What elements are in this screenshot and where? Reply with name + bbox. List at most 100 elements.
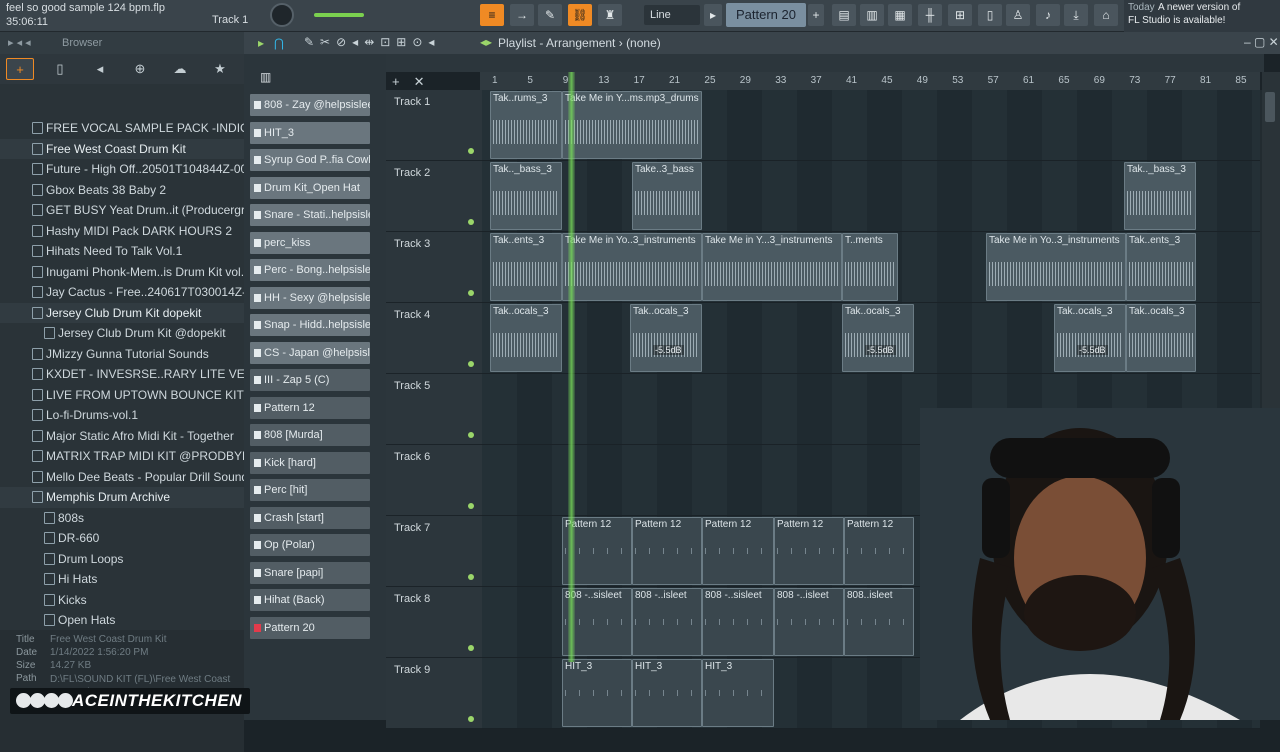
browser-folder-item[interactable]: MATRIX TRAP MIDI KIT @PRODBYLJS xyxy=(0,446,244,467)
playlist-clip[interactable]: 808 -..sisleet xyxy=(702,588,774,656)
snap-select[interactable]: Line xyxy=(644,5,700,25)
channel-rack-icon[interactable]: ▦ xyxy=(888,4,912,26)
track-header[interactable]: Track 8 xyxy=(386,587,482,658)
browser-folder-item[interactable]: Jay Cactus - Free..240617T030014Z-001 xyxy=(0,282,244,303)
browser-folder-item[interactable]: Kicks xyxy=(0,590,244,611)
browser-folder-item[interactable]: Drum Loops xyxy=(0,549,244,570)
playlist-clip[interactable]: 808 -..isleet xyxy=(774,588,844,656)
channel-button[interactable]: Snare [papi] xyxy=(250,561,370,584)
playlist-clip[interactable]: Tak.._bass_3 xyxy=(1124,162,1196,230)
cloud-tab-icon[interactable]: ⊕ xyxy=(126,58,154,80)
playlist-clip[interactable]: Tak..ents_3 xyxy=(1126,233,1196,301)
track-header[interactable]: Track 3 xyxy=(386,232,482,303)
files-tab-icon[interactable]: ▯ xyxy=(46,58,74,80)
channel-button[interactable]: Snare - Stati..helpsisleet xyxy=(250,204,370,226)
playlist-clip[interactable]: Tak..ents_3 xyxy=(490,233,562,301)
track-header[interactable]: Track 7 xyxy=(386,516,482,587)
track-header[interactable]: Track 6 xyxy=(386,445,482,516)
render-icon[interactable]: ⤓ xyxy=(1064,4,1088,26)
playlist-clip[interactable]: HIT_3 xyxy=(562,659,632,727)
playlist-arrow-icon[interactable]: ◂▸ xyxy=(480,35,492,49)
channel-button[interactable]: CS - Japan @helpsisleet xyxy=(250,341,370,364)
channel-button[interactable]: Hihat (Back) xyxy=(250,589,370,611)
favorites-tab-icon[interactable]: ★ xyxy=(206,58,234,80)
playlist-clip[interactable]: Tak..ocals_3 -5.5dB xyxy=(842,304,914,372)
browser-folder-item[interactable]: Inugami Phonk-Mem..is Drum Kit vol.1 xyxy=(0,262,244,283)
playlist-clip[interactable]: Tak..ocals_3 xyxy=(490,304,562,372)
plugins-tab-icon[interactable]: ◂ xyxy=(86,58,114,80)
playlist-clip[interactable]: Tak..ocals_3 -5.5dB xyxy=(630,304,702,372)
pattern-song-toggle-icon[interactable]: ≡ xyxy=(480,4,504,26)
playlist-clip[interactable]: Tak..ocals_3 xyxy=(1126,304,1196,372)
browser-folder-item[interactable]: Free West Coast Drum Kit xyxy=(0,138,244,159)
channel-button[interactable]: 808 - Zay @helpsisleet xyxy=(250,94,370,116)
track-header[interactable]: Track 2 xyxy=(386,161,482,232)
playlist-tools-icons[interactable]: ✎✂⊘◂⇹⊡⊞⊙◂ xyxy=(304,35,440,49)
pencil-tool-icon[interactable]: ✎ xyxy=(538,4,562,26)
playlist-clip[interactable]: Pattern 12 xyxy=(632,517,702,585)
timeline-ruler[interactable]: 1 5 9 13 17 21 25 29 33 37 41 45 49 53 57 61 65 69 73 77 81 8… xyxy=(480,72,1260,90)
browser-icon[interactable]: ⊞ xyxy=(948,4,972,26)
track-mute-led[interactable] xyxy=(468,219,474,225)
browser-folder-item[interactable]: Lo-fi-Drums-vol.1 xyxy=(0,405,244,426)
channel-button[interactable]: Perc - Bong..helpsisleet xyxy=(250,259,370,281)
window-controls-icon[interactable]: – ▢ ✕ xyxy=(1244,35,1279,49)
browser-folder-item[interactable]: Hashy MIDI Pack DARK HOURS 2 xyxy=(0,221,244,242)
browser-folder-item[interactable]: Future - High Off..20501T104844Z-001 xyxy=(0,159,244,180)
playlist-clip[interactable]: Take Me in Yo..3_instruments xyxy=(986,233,1126,301)
playlist-clip[interactable]: T..ments xyxy=(842,233,898,301)
link-icon[interactable]: ⛓ xyxy=(568,4,592,26)
pattern-prev-icon[interactable]: ▸ xyxy=(704,4,722,26)
sounds-tab-icon[interactable]: ☁ xyxy=(166,58,194,80)
metronome-icon[interactable]: ♜ xyxy=(598,4,622,26)
channel-button[interactable]: III - Zap 5 (C) xyxy=(250,369,370,391)
track-mute-led[interactable] xyxy=(468,716,474,722)
playlist-clip[interactable]: 808 -..isleet xyxy=(632,588,702,656)
tempo-icon[interactable]: ♪ xyxy=(1036,4,1060,26)
browser-folder-item[interactable]: Jersey Club Drum Kit @dopekit xyxy=(0,323,244,344)
mixer-icon[interactable]: ╫ xyxy=(918,4,942,26)
track-mute-led[interactable] xyxy=(468,148,474,154)
channel-button[interactable]: Op (Polar) xyxy=(250,534,370,556)
playlist-overview[interactable] xyxy=(386,54,1264,72)
channel-rack-menu-icon[interactable]: ▥ xyxy=(260,70,271,84)
playlist-clip[interactable]: 808..isleet xyxy=(844,588,914,656)
track-mute-led[interactable] xyxy=(468,574,474,580)
playlist-clip[interactable]: Tak.._bass_3 xyxy=(490,162,562,230)
browser-folder-item[interactable]: DR-660 xyxy=(0,528,244,549)
master-volume-knob[interactable] xyxy=(270,3,294,27)
playlist-clip[interactable]: Take Me in Yo..3_instruments xyxy=(562,233,702,301)
track-mute-led[interactable] xyxy=(468,290,474,296)
browser-folder-item[interactable]: FREE VOCAL SAMPLE PACK -INDIGO- xyxy=(0,118,244,139)
channel-button[interactable]: HH - Sexy @helpsisleet xyxy=(250,286,370,309)
playlist-clip[interactable]: Pattern 12 xyxy=(702,517,774,585)
playlist-clip[interactable]: Pattern 12 xyxy=(844,517,914,585)
track-header[interactable]: Track 5 xyxy=(386,374,482,445)
track-mute-led[interactable] xyxy=(468,645,474,651)
playhead[interactable] xyxy=(568,72,575,662)
channel-button[interactable]: Snap - Hidd..helpsisleet xyxy=(250,314,370,336)
playlist-clip[interactable]: Tak..rums_3 xyxy=(490,91,562,159)
playlist-clip[interactable]: Tak..ocals_3 -5.5dB xyxy=(1054,304,1126,372)
channel-button[interactable]: Crash [start] xyxy=(250,506,370,529)
browser-folder-item[interactable]: GET BUSY Yeat Drum..it (Producergrind) xyxy=(0,200,244,221)
channel-button[interactable]: Kick [hard] xyxy=(250,451,370,474)
all-tab-icon[interactable]: + xyxy=(6,58,34,80)
channel-button[interactable]: Pattern 12 xyxy=(250,396,370,419)
update-hint[interactable]: Today A newer version of FL Studio is av… xyxy=(1124,0,1280,32)
track-header[interactable]: Track 1 xyxy=(386,90,482,161)
magnet-icon[interactable]: ⋂ xyxy=(274,36,284,50)
browser-folder-item[interactable]: Jersey Club Drum Kit dopekit xyxy=(0,302,244,323)
browser-folder-item[interactable]: Hihats Need To Talk Vol.1 xyxy=(0,241,244,262)
add-pattern-icon[interactable]: + xyxy=(808,4,824,26)
plugin-icon[interactable]: ♙ xyxy=(1006,4,1030,26)
playlist-clip[interactable]: Pattern 12 xyxy=(774,517,844,585)
arrow-tool-icon[interactable]: → xyxy=(510,4,534,26)
channel-button[interactable]: Drum Kit_Open Hat xyxy=(250,176,370,199)
playlist-clip[interactable]: Take..3_bass xyxy=(632,162,702,230)
channel-button[interactable]: perc_kiss xyxy=(250,231,370,254)
playlist-clip[interactable]: HIT_3 xyxy=(632,659,702,727)
playlist-add-icons[interactable]: +✕ xyxy=(392,74,438,90)
browser-folder-item[interactable]: KXDET - INVESRSE..RARY LITE VERSION xyxy=(0,364,244,385)
channel-button[interactable]: HIT_3 xyxy=(250,121,370,144)
